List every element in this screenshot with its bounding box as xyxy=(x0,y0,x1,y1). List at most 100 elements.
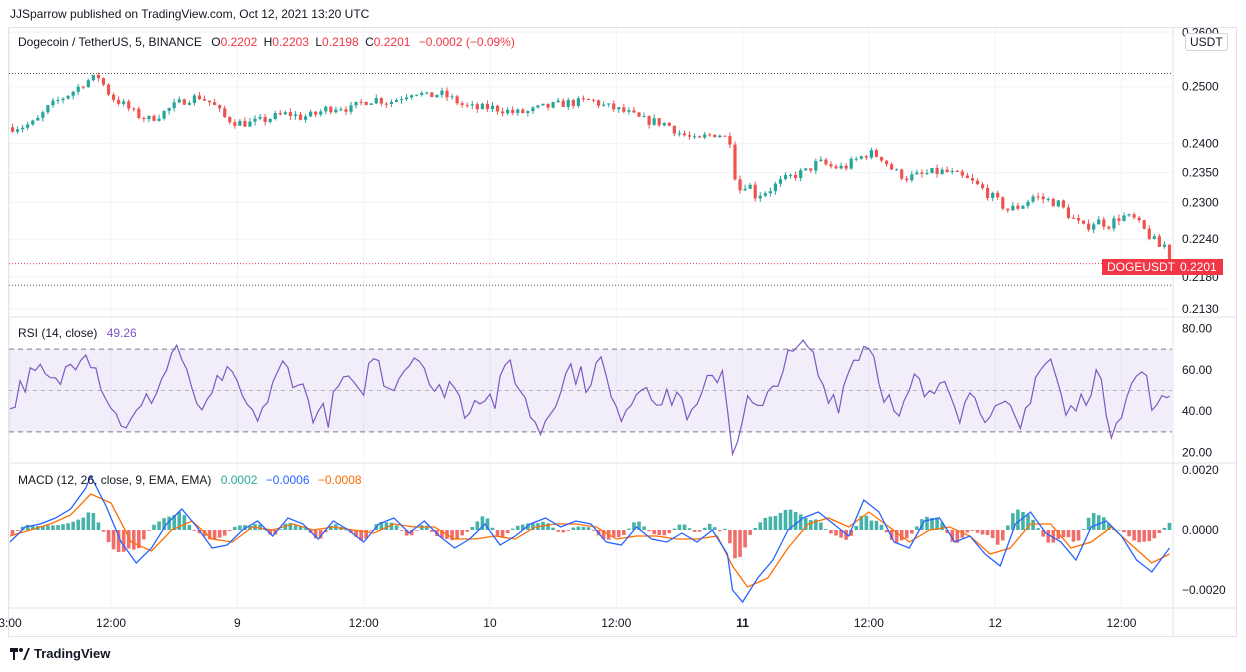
macd-histogram-bar xyxy=(106,530,111,543)
footer-brand[interactable]: TradingView xyxy=(10,646,110,661)
candle-body xyxy=(258,116,262,119)
candle-body xyxy=(723,135,727,137)
candle-body xyxy=(76,86,80,92)
candle-body xyxy=(182,99,186,105)
candle-body xyxy=(399,99,404,101)
time-tick-label: 3:00 xyxy=(0,616,22,630)
macd-histogram-bar xyxy=(571,527,576,530)
candle-body xyxy=(596,100,601,106)
macd-histogram-bar xyxy=(217,530,222,538)
macd-histogram-bar xyxy=(768,516,773,530)
macd-histogram-bar xyxy=(758,522,763,530)
time-tick-label: 12:00 xyxy=(96,616,126,630)
candle-body xyxy=(96,74,101,79)
rsi-tick-label: 80.00 xyxy=(1182,321,1212,335)
candle-body xyxy=(708,134,712,136)
candle-body xyxy=(167,108,171,111)
candle-body xyxy=(384,103,388,105)
macd-histogram-bar xyxy=(773,515,778,530)
macd-histogram-bar xyxy=(622,530,626,535)
macd-histogram-bar xyxy=(71,521,75,530)
macd-histogram-bar xyxy=(61,524,65,530)
candle-body xyxy=(207,100,212,103)
macd-histogram-bar xyxy=(515,525,520,530)
macd-title[interactable]: MACD (12, 26, close, 9, EMA, EMA) xyxy=(18,473,211,487)
macd-histogram-bar xyxy=(829,530,833,534)
candle-body xyxy=(379,98,383,104)
macd-histogram-bar xyxy=(682,524,687,530)
macd-histogram-bar xyxy=(121,530,126,552)
macd-histogram-bar xyxy=(46,525,50,530)
candle-body xyxy=(26,124,30,128)
candle-body xyxy=(915,172,919,175)
candle-body xyxy=(86,80,90,88)
candle-body xyxy=(101,78,106,85)
rsi-pane xyxy=(9,339,1172,457)
macd-histogram-bar xyxy=(15,530,20,531)
low-label: L xyxy=(315,35,323,49)
candle-body xyxy=(41,112,45,118)
rsi-tick-label: 20.00 xyxy=(1182,446,1212,460)
macd-histogram-bar xyxy=(510,528,515,530)
candle-body xyxy=(859,156,863,159)
candle-body xyxy=(895,169,899,171)
macd-histogram-bar xyxy=(490,527,495,530)
candle-body xyxy=(132,108,136,110)
candle-body xyxy=(1157,236,1161,247)
candle-body xyxy=(1102,219,1106,227)
macd-histogram-bar xyxy=(748,530,752,535)
price-tick-label: 0.2240 xyxy=(1182,232,1219,246)
candle-body xyxy=(314,111,318,115)
candle-body xyxy=(490,105,495,110)
candle-body xyxy=(1152,236,1156,239)
macd-histogram-bar xyxy=(667,530,672,534)
macd-histogram-bar xyxy=(212,530,217,540)
candle-body xyxy=(71,91,75,96)
macd-histogram-bar xyxy=(970,530,975,531)
candle-body xyxy=(122,101,126,104)
macd-histogram-bar xyxy=(904,530,909,539)
macd-histogram-bar xyxy=(1157,530,1162,534)
candle-body xyxy=(561,100,565,107)
candle-body xyxy=(1046,198,1050,200)
rsi-title[interactable]: RSI (14, close) xyxy=(18,326,97,340)
macd-histogram-bar xyxy=(834,530,838,536)
macd-histogram-bar xyxy=(1152,530,1157,539)
high-value: 0.2203 xyxy=(272,35,309,49)
candle-body xyxy=(273,112,277,120)
low-value: 0.2198 xyxy=(322,35,359,49)
candle-body xyxy=(410,95,414,98)
macd-signal-value: −0.0008 xyxy=(317,473,362,487)
macd-histogram-bar xyxy=(1167,522,1172,530)
macd-histogram-bar xyxy=(1081,529,1086,530)
macd-histogram-bar xyxy=(1162,527,1167,530)
time-tick-label: 12:00 xyxy=(349,616,379,630)
macd-histogram-bar xyxy=(910,530,914,534)
candle-body xyxy=(1092,224,1096,230)
candle-body xyxy=(309,111,313,117)
currency-button[interactable]: USDT xyxy=(1185,33,1228,51)
candle-body xyxy=(521,109,525,114)
candle-body xyxy=(500,111,505,114)
candle-body xyxy=(162,110,166,119)
chart-canvas[interactable]: 0.26000.25000.24000.23500.23000.22400.21… xyxy=(0,0,1246,672)
candle-body xyxy=(536,105,540,108)
candle-body xyxy=(197,95,202,100)
macd-histogram-bar xyxy=(460,530,464,536)
candle-body xyxy=(344,109,348,112)
macd-histogram-bar xyxy=(470,527,475,530)
macd-tick-label: −0.0020 xyxy=(1182,583,1226,597)
change-value: −0.0002 (−0.09%) xyxy=(418,35,515,49)
candle-body xyxy=(278,112,282,115)
candle-body xyxy=(718,135,722,138)
candle-body xyxy=(531,107,535,112)
macd-histogram-bar xyxy=(1091,513,1096,530)
candle-body xyxy=(940,169,944,175)
symbol-label[interactable]: Dogecoin / TetherUS, 5, BINANCE xyxy=(18,35,202,49)
candle-body xyxy=(566,100,570,107)
macd-histogram-bar xyxy=(1016,509,1020,530)
macd-histogram-bar xyxy=(1061,530,1066,538)
candle-body xyxy=(238,120,242,126)
macd-pane xyxy=(9,474,1172,604)
macd-histogram-bar xyxy=(1147,530,1152,542)
